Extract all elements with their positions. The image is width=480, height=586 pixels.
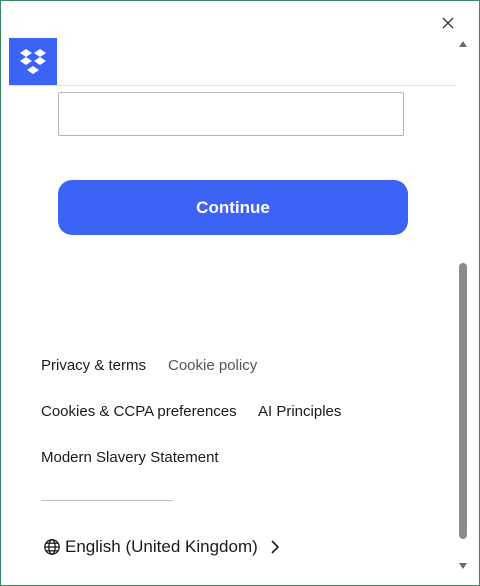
chevron-right-icon <box>270 540 280 554</box>
close-icon <box>442 17 454 29</box>
scrollbar-thumb[interactable] <box>459 263 467 539</box>
header-divider <box>9 85 457 86</box>
scrollbar[interactable] <box>456 37 470 579</box>
continue-button[interactable]: Continue <box>58 180 408 235</box>
footer-divider <box>41 500 173 501</box>
login-dialog: Continue Privacy & terms Cookie policy C… <box>0 0 480 586</box>
cookie-policy-link[interactable]: Cookie policy <box>168 357 257 374</box>
scroll-down-arrow-icon[interactable] <box>456 559 470 573</box>
dropbox-logo-icon <box>20 48 46 74</box>
scroll-up-arrow-icon[interactable] <box>456 37 470 51</box>
ai-principles-link[interactable]: AI Principles <box>258 403 341 420</box>
cookies-ccpa-link[interactable]: Cookies & CCPA preferences <box>41 403 237 420</box>
privacy-terms-link[interactable]: Privacy & terms <box>41 357 146 374</box>
close-button[interactable] <box>439 14 457 32</box>
dropbox-logo[interactable] <box>9 38 57 85</box>
globe-icon <box>44 539 60 555</box>
email-field[interactable] <box>58 92 404 136</box>
modern-slavery-link[interactable]: Modern Slavery Statement <box>41 449 219 466</box>
language-selector[interactable]: English (United Kingdom) <box>43 535 280 559</box>
language-label: English (United Kingdom) <box>65 537 258 556</box>
